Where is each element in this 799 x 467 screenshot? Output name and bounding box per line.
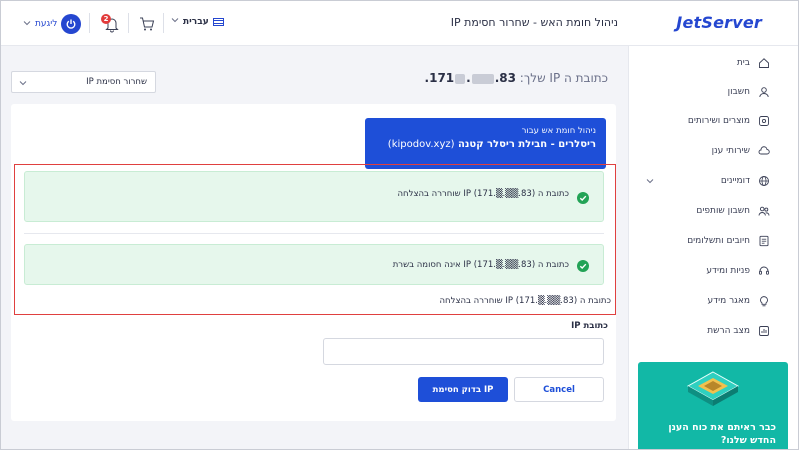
ip-address-input[interactable]	[323, 338, 604, 365]
products-icon	[759, 116, 769, 126]
service-info-box: ניהול חומת אש עבור ריסלרים - חבילת ריסלר…	[365, 118, 606, 169]
service-name: ריסלרים - חבילת ריסלר קטנה (kipodov.xyz)	[375, 139, 596, 150]
header-divider	[128, 13, 129, 33]
home-icon	[759, 58, 769, 68]
cart-icon[interactable]	[138, 15, 156, 33]
language-label: עברית	[183, 16, 209, 27]
chevron-down-icon[interactable]	[645, 176, 655, 186]
sidebar-item-account[interactable]: חשבון	[628, 83, 770, 101]
header-divider	[163, 13, 164, 33]
app-window: JetServer ניהול חומת האש - שחרור חסימת I…	[0, 0, 799, 450]
sidebar-item-label: שירותי ענן	[711, 146, 750, 156]
sidebar: בית חשבון מוצרים ושירותים שירותי ענן דומ…	[628, 46, 798, 449]
ip-part: 83.	[494, 71, 516, 85]
cancel-button[interactable]: Cancel	[514, 377, 604, 402]
sidebar-item-label: חשבון	[727, 87, 750, 97]
globe-icon	[759, 176, 769, 186]
service-domain: (kipodov.xyz)	[387, 139, 455, 150]
check-block-button[interactable]: בדוק חסימת IP	[418, 377, 508, 402]
partners-icon	[758, 206, 770, 216]
service-name-text: ריסלרים - חבילת ריסלר קטנה	[458, 139, 596, 150]
ip-heading-label: כתובת ה IP שלך:	[519, 71, 608, 85]
bottom-strip	[0, 450, 799, 467]
sidebar-item-cloud[interactable]: שירותי ענן	[628, 142, 770, 160]
top-header: JetServer ניהול חומת האש - שחרור חסימת I…	[1, 1, 798, 46]
lightbulb-icon	[760, 296, 768, 307]
sidebar-item-products[interactable]: מוצרים ושירותים	[628, 112, 770, 130]
logout-label: ליגעת	[35, 19, 58, 29]
ip-address-value: 83...171	[424, 71, 516, 85]
promo-text: כבר ראיתם את כוח הענן החדש שלנו?	[668, 422, 776, 446]
service-label: ניהול חומת אש עבור	[521, 126, 596, 136]
chip-illustration	[686, 371, 740, 406]
sidebar-item-network-status[interactable]: מצב הרשת	[628, 322, 770, 340]
logout-button[interactable]: ליגעת	[23, 13, 83, 35]
israel-flag-icon	[212, 17, 224, 26]
network-status-icon	[759, 326, 769, 336]
sidebar-item-label: חיובים ותשלומים	[687, 236, 750, 246]
notification-badge: 2	[101, 14, 111, 24]
redacted-block	[455, 73, 466, 84]
action-select[interactable]: שחרור חסימת IP	[11, 71, 156, 93]
sidebar-item-label: פניות ומידע	[706, 266, 750, 276]
ip-part: .171	[424, 71, 455, 85]
sidebar-item-label: חשבון שותפים	[696, 206, 750, 216]
language-selector[interactable]: עברית	[171, 16, 224, 27]
action-select-value: שחרור חסימת IP	[86, 77, 147, 87]
sidebar-item-home[interactable]: בית	[628, 54, 770, 72]
sidebar-item-billing[interactable]: חיובים ותשלומים	[628, 232, 770, 250]
sidebar-item-partners[interactable]: חשבון שותפים	[628, 202, 770, 220]
chevron-down-icon	[171, 16, 179, 27]
headset-icon	[759, 266, 769, 275]
sidebar-item-support[interactable]: פניות ומידע	[628, 262, 770, 280]
jetserver-logo[interactable]: JetServer	[676, 13, 762, 32]
sidebar-item-label: מאגר מידע	[707, 296, 750, 306]
sidebar-item-label: בית	[736, 58, 750, 68]
sidebar-item-label: דומיינים	[720, 176, 750, 186]
chevron-down-icon	[19, 81, 27, 86]
cloud-icon	[758, 146, 770, 155]
power-icon	[61, 14, 82, 34]
header-divider	[89, 13, 90, 33]
chevron-down-icon	[23, 19, 31, 30]
ip-heading: כתובת ה IP שלך: 83...171	[425, 71, 608, 85]
sidebar-item-knowledge-base[interactable]: מאגר מידע	[628, 292, 770, 310]
promo-banner[interactable]: כבר ראיתם את כוח הענן החדש שלנו?	[638, 362, 788, 449]
sidebar-item-label: מצב הרשת	[707, 326, 750, 336]
billing-icon	[759, 235, 769, 247]
ip-field-label: כתובת IP	[571, 321, 608, 331]
redacted-block	[471, 73, 494, 84]
user-icon	[759, 87, 769, 98]
page-title: ניהול חומת האש - שחרור חסימת IP	[450, 16, 618, 29]
highlight-frame	[14, 164, 616, 315]
notifications-button[interactable]: 2	[101, 14, 123, 34]
sidebar-item-label: מוצרים ושירותים	[687, 116, 750, 126]
